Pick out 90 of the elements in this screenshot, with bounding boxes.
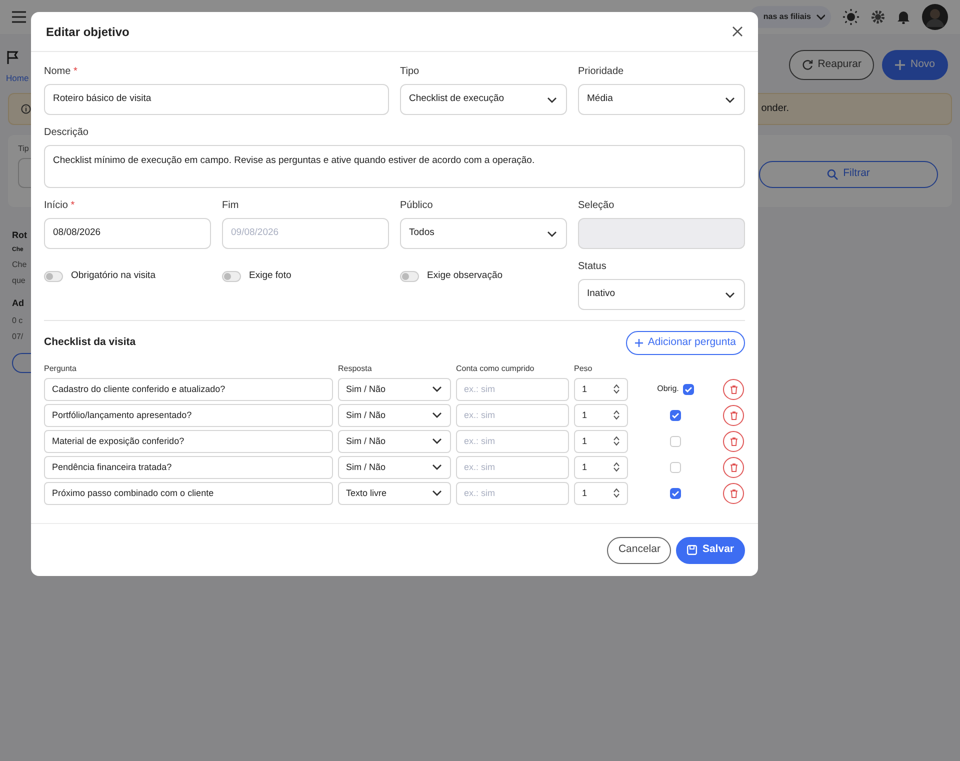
select-field[interactable]: Média (578, 84, 745, 115)
section-title: Rot (12, 228, 27, 242)
text-area[interactable]: Checklist mínimo de execução em campo. Revise as perguntas e ative quando estiver de acordo com a operação. (44, 145, 745, 188)
weight-field[interactable]: 1 (574, 378, 628, 401)
info-icon (21, 104, 31, 114)
checkbox[interactable] (670, 462, 681, 473)
trash-icon (730, 410, 738, 420)
body-text: Che (12, 259, 27, 272)
column-header: Peso (574, 362, 594, 375)
delete-button[interactable] (723, 404, 744, 426)
question-field[interactable]: Próximo passo combinado com o cliente (44, 482, 333, 505)
answer-select[interactable]: Sim / Não (338, 430, 451, 453)
input-field[interactable]: 08/08/2026 (44, 218, 211, 249)
field-label: Seleção (578, 199, 616, 213)
field-label: Descrição (44, 126, 90, 140)
cancel-button[interactable]: Cancelar (607, 536, 672, 564)
trash-icon (730, 384, 738, 394)
column-header: Conta como cumprido (456, 362, 536, 375)
question-field[interactable]: Cadastro do cliente conferido e atualizado? (44, 378, 333, 401)
field-label: Público (400, 199, 434, 213)
column-header: Resposta (338, 362, 373, 375)
alert-text: onder. (761, 102, 789, 116)
trash-icon (730, 462, 738, 472)
toggle-label: Exige observação (427, 269, 503, 283)
checkbox[interactable] (670, 436, 681, 447)
sun-icon[interactable] (843, 9, 859, 25)
checkbox-label: Obrig. (657, 383, 679, 396)
modal-title: Editar objetivo (46, 24, 130, 40)
body-text: 0 c (12, 314, 23, 327)
answer-select[interactable]: Sim / Não (338, 456, 451, 479)
field-label: Prioridade (578, 65, 625, 79)
trash-icon (730, 488, 738, 498)
flag-icon (6, 50, 19, 64)
delete-button[interactable] (723, 430, 744, 452)
select-field[interactable]: Inativo (578, 279, 745, 310)
weight-field[interactable]: 1 (574, 404, 628, 427)
add-question-button[interactable]: Adicionar pergunta (626, 331, 745, 355)
spinner-icon (613, 436, 620, 446)
weight-field[interactable]: 1 (574, 430, 628, 453)
section-title: Ad (12, 297, 24, 310)
input-field[interactable]: Roteiro básico de visita (44, 84, 389, 115)
spinner-icon (613, 488, 620, 498)
save-icon (687, 545, 698, 556)
branch-selector[interactable]: nas as filiais (749, 6, 831, 28)
filter-label: Tip (18, 142, 30, 155)
field-label: Fim (222, 199, 240, 213)
toggle-label: Exige foto (249, 269, 292, 283)
save-button[interactable]: Salvar (676, 536, 745, 564)
delete-button[interactable] (723, 456, 744, 478)
plus-icon (895, 60, 906, 70)
toggle-switch[interactable] (222, 270, 241, 282)
field-label: Status (578, 260, 608, 274)
section-title: Checklist da visita (44, 335, 136, 350)
spinner-icon (613, 462, 620, 472)
column-header: Pergunta (44, 362, 78, 375)
select-field[interactable]: Checklist de execução (400, 84, 567, 115)
spinner-icon (613, 384, 620, 394)
menu-icon[interactable] (12, 11, 26, 23)
weight-field[interactable]: 1 (574, 482, 628, 505)
refresh-icon (802, 59, 813, 70)
close-icon[interactable] (732, 26, 743, 37)
question-field[interactable]: Portfólio/lançamento apresentado? (44, 404, 333, 427)
body-text: 07/ (12, 330, 24, 343)
delete-button[interactable] (723, 482, 744, 504)
checkbox[interactable] (670, 410, 681, 421)
trash-icon (730, 436, 738, 446)
field-label: Início * (44, 199, 76, 213)
avatar[interactable] (922, 4, 948, 30)
checkbox[interactable] (670, 488, 681, 499)
plus-icon (634, 338, 643, 347)
select-field[interactable]: Todos (400, 218, 567, 249)
delete-button[interactable] (723, 378, 744, 400)
body-text: que (12, 275, 26, 288)
question-field[interactable]: Pendência financeira tratada? (44, 456, 333, 479)
field-label: Nome * (44, 65, 78, 79)
question-field[interactable]: Material de exposição conferido? (44, 430, 333, 453)
weight-field[interactable]: 1 (574, 456, 628, 479)
answer-select[interactable]: Texto livre (338, 482, 451, 505)
bell-icon[interactable] (897, 10, 910, 24)
search-icon (827, 168, 838, 180)
spinner-icon (613, 410, 620, 420)
field-label: Tipo (400, 65, 420, 79)
toggle-switch[interactable] (44, 270, 63, 282)
settings-icon[interactable] (871, 10, 885, 24)
answer-select[interactable]: Sim / Não (338, 404, 451, 427)
toggle-label: Obrigatório na visita (71, 269, 156, 283)
answer-select[interactable]: Sim / Não (338, 378, 451, 401)
toggle-switch[interactable] (400, 270, 419, 282)
recalculate-button[interactable]: Reapurar (788, 50, 874, 80)
checkbox[interactable] (682, 384, 694, 395)
